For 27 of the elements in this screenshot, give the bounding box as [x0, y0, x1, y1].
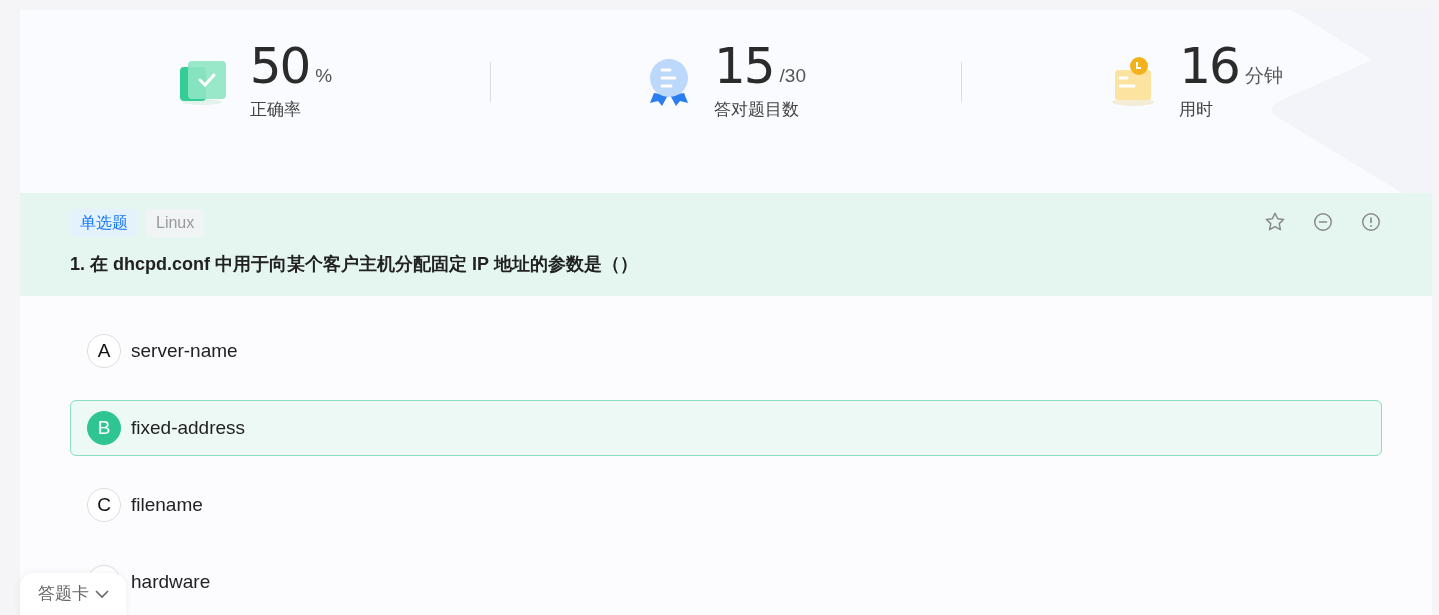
option-letter: C	[87, 488, 121, 522]
answer-option[interactable]: A server-name	[70, 323, 1382, 379]
option-letter: B	[87, 411, 121, 445]
question-type-tag: 单选题	[70, 209, 138, 237]
subject-tag: Linux	[146, 209, 205, 237]
stat-label: 正确率	[249, 98, 302, 121]
stat-value: 50	[249, 40, 310, 91]
stat-value: 15	[713, 40, 774, 91]
option-text: server-name	[131, 338, 238, 363]
option-letter: A	[87, 334, 121, 368]
answer-option[interactable]: B fixed-address	[70, 400, 1382, 456]
minus-circle-icon[interactable]	[1312, 211, 1334, 233]
option-text: hardware	[131, 569, 211, 594]
star-icon[interactable]	[1264, 211, 1286, 233]
stat-label: 用时	[1179, 98, 1215, 121]
question-text: 1. 在 dhcpd.conf 中用于向某个客户主机分配固定 IP 地址的参数是（）	[70, 253, 639, 276]
answer-option[interactable]: C filename	[70, 477, 1382, 533]
stat-label: 答对题目数	[713, 98, 800, 121]
stat-value: 16	[1179, 40, 1239, 91]
option-text: filename	[131, 492, 203, 517]
stat-unit: /30	[779, 64, 806, 89]
stat-unit: %	[315, 64, 333, 89]
chevron-down-icon	[94, 589, 109, 599]
option-text: fixed-address	[131, 415, 246, 440]
alert-icon[interactable]	[1360, 211, 1382, 233]
answer-card-menu[interactable]: 答题卡	[20, 573, 126, 615]
stat-unit: 分钟	[1244, 64, 1283, 89]
